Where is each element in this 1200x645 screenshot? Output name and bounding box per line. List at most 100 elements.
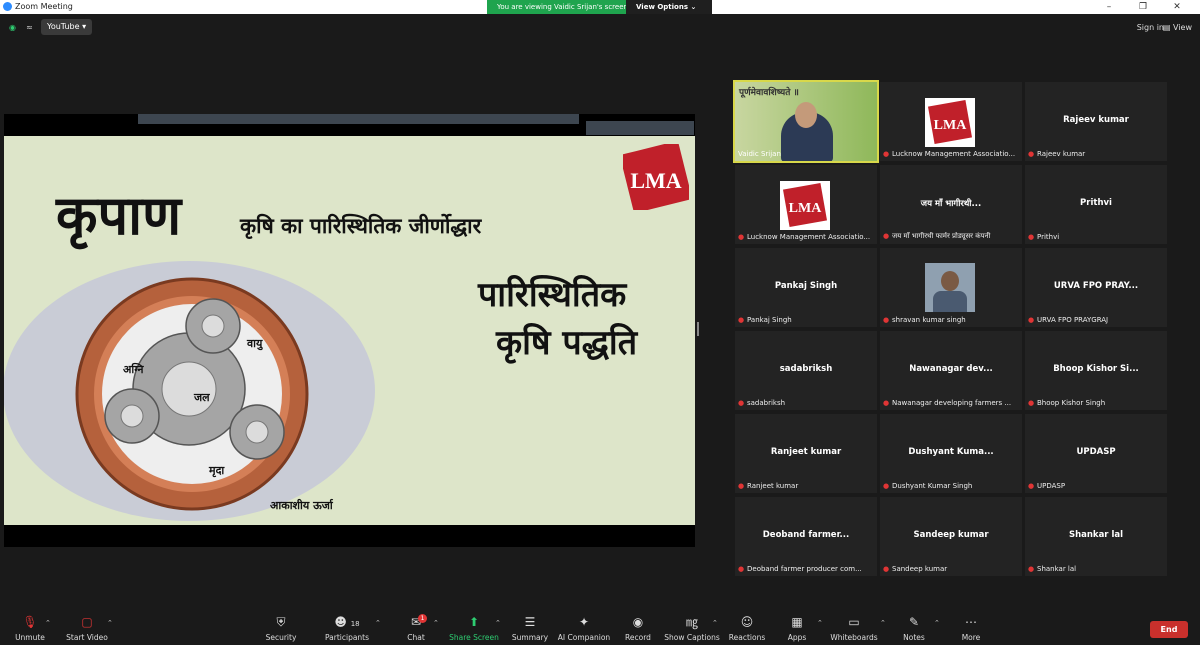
participant-tile[interactable]: LMA ● Lucknow Management Associatio...	[735, 165, 877, 244]
participant-tile[interactable]: Prithvi ● Prithvi	[1025, 165, 1167, 244]
security-button[interactable]: ⛨ Security	[251, 605, 311, 645]
participant-tile[interactable]: Sandeep kumar ● Sandeep kumar	[880, 497, 1022, 576]
notes-label: Notes	[903, 633, 925, 642]
lma-avatar-text: LMA	[934, 118, 968, 133]
participants-button[interactable]: ☻ 18 Participants	[317, 605, 377, 645]
restore-icon[interactable]: ❐	[1130, 0, 1156, 14]
participant-caption-text: Pankaj Singh	[747, 316, 792, 324]
view-options-button[interactable]: View Options ⌄	[626, 0, 712, 14]
participant-caption: ● Ranjeet kumar	[738, 482, 874, 490]
view-options-label: View Options	[636, 3, 689, 11]
youtube-label: YouTube	[47, 22, 80, 31]
participant-caption: ● जय माँ भागीरथी फार्मर प्रोड्यूसर कंपनी	[883, 232, 1019, 241]
participant-name: Bhoop Kishor Si...	[1053, 364, 1139, 374]
participant-caption: ● Lucknow Management Associatio...	[738, 233, 874, 241]
participant-name: Nawanagar dev...	[909, 364, 993, 374]
participant-tile[interactable]: ● shravan kumar singh	[880, 248, 1022, 327]
feed-icon[interactable]: ≈	[24, 22, 35, 33]
shared-toolbar-strip	[138, 114, 579, 124]
ai-companion-button[interactable]: ✦ AI Companion	[554, 605, 614, 645]
mic-muted-icon: ●	[883, 316, 890, 324]
mic-muted-icon: ●	[738, 565, 745, 573]
participant-caption: ● Prithvi	[1028, 233, 1164, 241]
slide-heading-line1: पारिस्थितिक	[478, 275, 627, 315]
viewing-text: You are viewing Vaidic Srijan's screen	[497, 3, 628, 11]
participant-tile[interactable]: Bhoop Kishor Si... ● Bhoop Kishor Singh	[1025, 331, 1167, 410]
mic-muted-icon: ●	[883, 399, 890, 407]
participant-name: URVA FPO PRAY...	[1053, 281, 1139, 291]
end-button[interactable]: End	[1150, 621, 1188, 638]
participants-label: Participants	[324, 633, 370, 642]
speaker-banner-text: पूर्णमेवावशिष्यते ॥	[739, 88, 799, 98]
gear-label-jal: जल	[194, 391, 210, 404]
participant-tile[interactable]: Nawanagar dev... ● Nawanagar developing fa…	[880, 331, 1022, 410]
meeting-toolbar: 🎙 Unmute ⌃ ▢ Start Video ⌃ ⛨ Security ☻ 18 P…	[0, 605, 1200, 645]
summary-button[interactable]: ☰ Summary	[500, 605, 560, 645]
lma-logo-text: LMA	[630, 168, 681, 193]
record-button[interactable]: ◉ Record	[608, 605, 668, 645]
participant-tile[interactable]: sadabriksh ● sadabriksh	[735, 331, 877, 410]
slide-heading-line2: कृषि पद्धति	[496, 323, 638, 363]
video-options-caret[interactable]: ⌃	[107, 619, 113, 627]
mic-muted-icon: ●	[1028, 316, 1035, 324]
sign-in-link[interactable]: Sign in	[1137, 23, 1164, 32]
participant-caption-text: Vaidic Srijan	[738, 150, 781, 158]
participant-caption-text: Sandeep kumar	[892, 565, 948, 573]
whiteboards-button[interactable]: ▭ Whiteboards	[824, 605, 884, 645]
participant-tile[interactable]: Deoband farmer... ● Deoband farmer produce…	[735, 497, 877, 576]
participant-tile[interactable]: Rajeev kumar ● Rajeev kumar	[1025, 82, 1167, 161]
mic-muted-icon: ●	[738, 399, 745, 407]
mic-muted-icon: ●	[1028, 565, 1035, 573]
zoom-logo-icon	[3, 2, 12, 11]
more-button[interactable]: ⋯ More	[941, 605, 1001, 645]
close-icon[interactable]: ✕	[1164, 0, 1190, 14]
participant-tile[interactable]: जय माँ भागीरथी... ● जय माँ भागीरथी फार्मर …	[880, 165, 1022, 244]
participant-tile[interactable]: Shankar lal ● Shankar lal	[1025, 497, 1167, 576]
start-video-label: Start Video	[66, 633, 108, 642]
participant-name: Dushyant Kuma...	[908, 447, 994, 457]
panel-resize-handle[interactable]	[697, 322, 699, 336]
chat-badge: 1	[418, 614, 427, 623]
apps-label: Apps	[787, 633, 807, 642]
participant-tile[interactable]: LMA ● Lucknow Management Associatio...	[880, 82, 1022, 161]
audio-options-caret[interactable]: ⌃	[45, 619, 51, 627]
share-screen-label: Share Screen	[449, 633, 499, 642]
ai-companion-label: AI Companion	[557, 633, 611, 642]
view-button[interactable]: ▤ View	[1163, 23, 1192, 32]
more-icon: ⋯	[965, 615, 977, 629]
record-label: Record	[625, 633, 651, 642]
unmute-button[interactable]: 🎙 Unmute	[0, 605, 60, 645]
participant-caption: ● Shankar lal	[1028, 565, 1164, 573]
participant-caption: ● Pankaj Singh	[738, 316, 874, 324]
participant-tile[interactable]: Pankaj Singh ● Pankaj Singh	[735, 248, 877, 327]
participant-caption: ● shravan kumar singh	[883, 316, 1019, 324]
apps-caret[interactable]: ⌃	[817, 619, 823, 627]
youtube-source-dropdown[interactable]: YouTube ▾	[41, 19, 93, 35]
chat-caret[interactable]: ⌃	[433, 619, 439, 627]
participant-tile[interactable]: Ranjeet kumar ● Ranjeet kumar	[735, 414, 877, 493]
minimize-icon[interactable]: –	[1096, 0, 1122, 14]
participant-tile[interactable]: पूर्णमेवावशिष्यते ॥ ●Vaidic Srijan	[733, 80, 879, 163]
shared-toolbar-strip-right	[586, 121, 694, 135]
participant-caption: ● sadabriksh	[738, 399, 874, 407]
mic-muted-icon: ●	[883, 565, 890, 573]
participant-tile[interactable]: UPDASP ● UPDASP	[1025, 414, 1167, 493]
participant-gallery: पूर्णमेवावशिष्यते ॥●Vaidic SrijanLMA●Luc…	[733, 80, 1167, 577]
record-icon: ◉	[632, 615, 644, 629]
mic-muted-icon: ●	[883, 232, 890, 240]
participants-caret[interactable]: ⌃	[375, 619, 381, 627]
participant-caption-text: Lucknow Management Associatio...	[892, 150, 1016, 158]
participant-caption-text: Nawanagar developing farmers ...	[892, 399, 1012, 407]
security-label: Security	[265, 633, 297, 642]
show-captions-label: Show Captions	[664, 633, 720, 642]
notes-caret[interactable]: ⌃	[934, 619, 940, 627]
participant-caption: ● UPDASP	[1028, 482, 1164, 490]
shield-icon[interactable]: ◉	[7, 22, 18, 33]
participant-name: Ranjeet kumar	[770, 447, 842, 457]
window-title: Zoom Meeting	[15, 2, 73, 11]
participant-name: Prithvi	[1080, 198, 1112, 208]
participant-tile[interactable]: Dushyant Kuma... ● Dushyant Kumar Singh	[880, 414, 1022, 493]
participant-tile[interactable]: URVA FPO PRAY... ● URVA FPO PRAYGRAJ	[1025, 248, 1167, 327]
gear-label-vayu: वायु	[247, 337, 263, 350]
lma-logo-avatar: LMA	[780, 181, 830, 230]
